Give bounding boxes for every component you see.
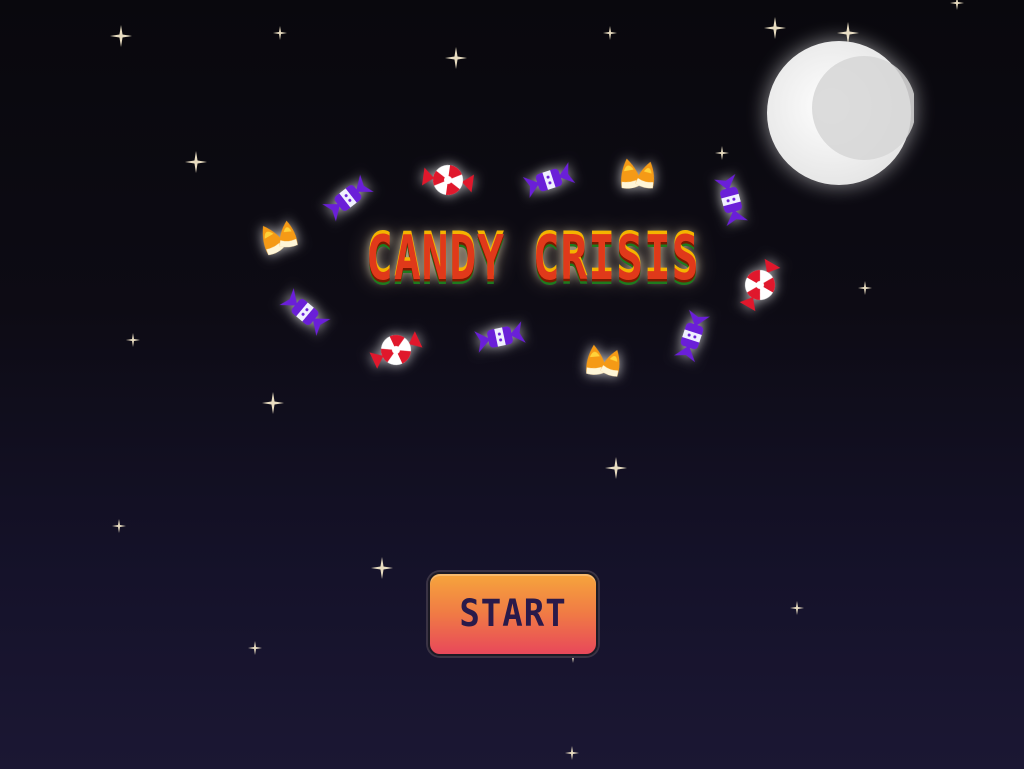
start-button-label: START xyxy=(459,592,567,636)
sparkle-star-icon xyxy=(790,601,804,615)
peppermint-candy-icon xyxy=(364,321,428,379)
wrapped-candy-icon xyxy=(272,280,338,344)
sparkle-star-icon xyxy=(112,519,126,533)
start-button[interactable]: START xyxy=(428,572,598,656)
sparkle-star-icon xyxy=(110,25,132,47)
wrapped-candy-icon xyxy=(470,312,529,362)
sparkle-star-icon xyxy=(950,0,964,10)
sparkle-star-icon xyxy=(262,392,284,414)
sparkle-star-icon xyxy=(371,557,393,579)
sparkle-star-icon xyxy=(273,26,287,40)
sparkle-star-icon xyxy=(605,457,627,479)
peppermint-candy-icon xyxy=(419,157,476,204)
sparkle-star-icon xyxy=(715,146,729,160)
game-title: CANDY CRISIS xyxy=(366,223,700,295)
candy-corn-icon xyxy=(244,204,309,265)
sparkle-star-icon xyxy=(565,746,579,760)
sparkle-star-icon xyxy=(603,26,617,40)
wrapped-candy-icon xyxy=(705,170,757,231)
sparkle-star-icon xyxy=(764,17,786,39)
wrapped-candy-icon xyxy=(518,153,580,207)
crescent-moon-icon xyxy=(764,38,914,188)
sparkle-star-icon xyxy=(248,641,262,655)
candy-corn-icon xyxy=(575,336,630,380)
candy-corn-icon xyxy=(608,147,666,195)
sparkle-star-icon xyxy=(185,151,207,173)
sparkle-star-icon xyxy=(445,47,467,69)
sparkle-star-icon xyxy=(126,333,140,347)
sparkle-star-icon xyxy=(858,281,872,295)
wrapped-candy-icon xyxy=(665,305,719,367)
title-screen: CANDY CRISIS START xyxy=(0,0,1024,769)
peppermint-candy-icon xyxy=(730,252,791,317)
